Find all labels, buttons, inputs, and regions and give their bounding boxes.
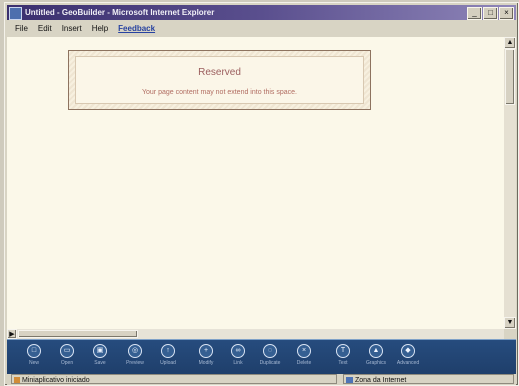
upload-icon: ↑ bbox=[161, 344, 175, 358]
toolbar-button-new[interactable]: □ New bbox=[19, 344, 49, 372]
link-icon: ∞ bbox=[231, 344, 245, 358]
status-bar: Miniaplicativo iniciado Zona da Internet bbox=[7, 374, 516, 385]
toolbar-button-upload[interactable]: ↑ Upload bbox=[153, 344, 183, 372]
menu-insert[interactable]: Insert bbox=[62, 23, 82, 35]
toolbar-button-advanced[interactable]: ◆ Advanced bbox=[393, 344, 423, 372]
toolbar-label-upload: Upload bbox=[160, 360, 176, 366]
status-panel-right: Zona da Internet bbox=[343, 374, 514, 384]
horizontal-scroll-thumb[interactable] bbox=[18, 330, 138, 338]
browser-icon bbox=[9, 7, 22, 20]
menu-edit[interactable]: Edit bbox=[38, 23, 52, 35]
close-button[interactable]: × bbox=[499, 7, 514, 20]
vertical-scroll-thumb[interactable] bbox=[505, 49, 515, 105]
toolbar-button-link[interactable]: ∞ Link bbox=[223, 344, 253, 372]
toolbar-label-graphics: Graphics bbox=[365, 360, 386, 366]
internet-zone-icon bbox=[346, 377, 353, 383]
menu-feedback-link[interactable]: Feedback bbox=[118, 23, 155, 35]
modify-icon: + bbox=[199, 344, 213, 358]
save-icon: ▣ bbox=[93, 344, 107, 358]
title-bar[interactable]: Untitled - GeoBuilder - Microsoft Intern… bbox=[7, 5, 516, 20]
scroll-right-button[interactable]: ▶ bbox=[7, 329, 17, 339]
toolbar-label-preview: Preview bbox=[126, 360, 144, 366]
vertical-scrollbar[interactable]: ▲ ▼ bbox=[504, 37, 516, 329]
reserved-area: Reserved Your page content may not exten… bbox=[68, 50, 371, 110]
status-text: Miniaplicativo iniciado bbox=[22, 377, 90, 384]
minimize-button[interactable]: _ bbox=[467, 7, 482, 20]
new-icon: □ bbox=[27, 344, 41, 358]
editor-toolbar: □ New ▭ Open ▣ Save ◎ Preview ↑ Upload +… bbox=[7, 339, 516, 374]
toolbar-button-graphics[interactable]: ▲ Graphics bbox=[361, 344, 391, 372]
menu-file[interactable]: File bbox=[15, 23, 28, 35]
toolbar-button-preview[interactable]: ◎ Preview bbox=[120, 344, 150, 372]
scroll-up-button[interactable]: ▲ bbox=[504, 37, 516, 49]
applet-icon bbox=[14, 377, 20, 383]
advanced-icon: ◆ bbox=[401, 344, 415, 358]
toolbar-button-open[interactable]: ▭ Open bbox=[52, 344, 82, 372]
reserved-title: Reserved bbox=[198, 67, 241, 78]
toolbar-button-save[interactable]: ▣ Save bbox=[85, 344, 115, 372]
toolbar-label-advanced: Advanced bbox=[396, 360, 420, 366]
page-content: Reserved Your page content may not exten… bbox=[7, 37, 504, 329]
toolbar-label-link: Link bbox=[233, 360, 243, 366]
toolbar-label-text: Text bbox=[338, 360, 348, 366]
toolbar-label-delete: Delete bbox=[296, 360, 312, 366]
horizontal-scrollbar[interactable]: ◀ ▶ bbox=[7, 329, 504, 339]
toolbar-label-open: Open bbox=[60, 360, 74, 366]
delete-icon: × bbox=[297, 344, 311, 358]
preview-icon: ◎ bbox=[128, 344, 142, 358]
open-icon: ▭ bbox=[60, 344, 74, 358]
duplicate-icon: ◌ bbox=[263, 344, 277, 358]
status-panel-left: Miniaplicativo iniciado bbox=[11, 374, 337, 384]
menu-help[interactable]: Help bbox=[92, 23, 108, 35]
toolbar-label-save: Save bbox=[94, 360, 106, 366]
toolbar-button-text[interactable]: T Text bbox=[328, 344, 358, 372]
zone-text: Zona da Internet bbox=[355, 377, 407, 384]
toolbar-label-new: New bbox=[28, 360, 39, 366]
graphics-icon: ▲ bbox=[369, 344, 383, 358]
reserved-message: Your page content may not extend into th… bbox=[141, 89, 297, 96]
toolbar-button-delete[interactable]: × Delete bbox=[289, 344, 319, 372]
browser-window: Untitled - GeoBuilder - Microsoft Intern… bbox=[4, 2, 519, 386]
scroll-down-button[interactable]: ▼ bbox=[504, 317, 516, 329]
toolbar-label-duplicate: Duplicate bbox=[259, 360, 281, 366]
toolbar-button-modify[interactable]: + Modify bbox=[191, 344, 221, 372]
toolbar-label-modify: Modify bbox=[198, 360, 214, 366]
maximize-button[interactable]: □ bbox=[483, 7, 498, 20]
toolbar-button-duplicate[interactable]: ◌ Duplicate bbox=[255, 344, 285, 372]
menu-bar: File Edit Insert Help Feedback bbox=[7, 23, 516, 35]
text-icon: T bbox=[336, 344, 350, 358]
reserved-panel: Reserved Your page content may not exten… bbox=[75, 56, 364, 104]
window-title: Untitled - GeoBuilder - Microsoft Intern… bbox=[25, 8, 215, 17]
